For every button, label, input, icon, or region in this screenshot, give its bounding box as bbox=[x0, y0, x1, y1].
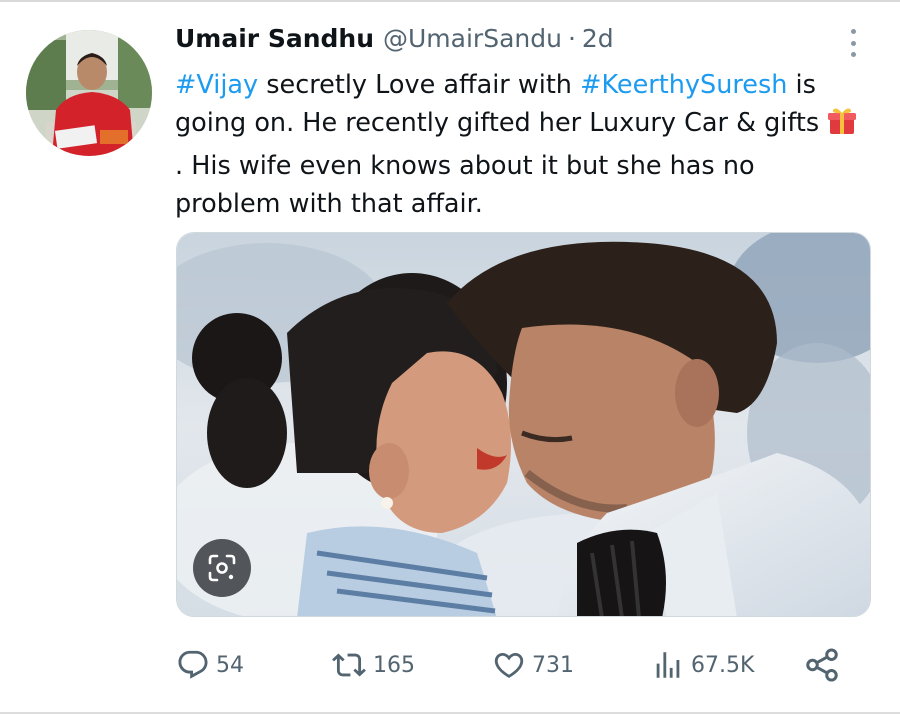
tweet-text-segment: secretly Love affair with bbox=[258, 70, 581, 100]
tweet-text: #Vijay secretly Love affair with #Keerth… bbox=[175, 66, 865, 223]
photo bbox=[177, 233, 870, 616]
more-vertical-icon-dot bbox=[850, 52, 856, 57]
hashtag-link[interactable]: #Vijay bbox=[175, 70, 258, 100]
reply-button[interactable]: 54 bbox=[176, 640, 244, 690]
bottom-divider bbox=[0, 712, 900, 714]
retweet-count: 165 bbox=[373, 652, 415, 678]
google-lens-button[interactable] bbox=[193, 539, 251, 597]
share-icon bbox=[806, 648, 838, 682]
views-button[interactable]: 67.5K bbox=[651, 640, 754, 690]
like-button[interactable]: 731 bbox=[492, 640, 574, 690]
tweet-header: Umair Sandhu @UmairSandu · 2d bbox=[175, 24, 614, 64]
share-button[interactable] bbox=[803, 640, 847, 690]
views-icon bbox=[656, 652, 680, 678]
heart-icon bbox=[494, 652, 524, 678]
user-handle[interactable]: @UmairSandu bbox=[383, 24, 562, 53]
separator-dot: · bbox=[567, 24, 576, 53]
more-vertical-icon bbox=[850, 29, 856, 34]
tweet-card[interactable]: Umair Sandhu @UmairSandu · 2d #Vijay sec… bbox=[0, 0, 900, 720]
display-name[interactable]: Umair Sandhu bbox=[175, 24, 374, 53]
tweet-media-image[interactable] bbox=[176, 232, 871, 617]
more-vertical-icon-dot bbox=[850, 40, 856, 46]
google-lens-icon bbox=[208, 554, 236, 582]
action-bar: 54 165 731 67.5K bbox=[176, 640, 871, 690]
hashtag-link[interactable]: #KeerthySuresh bbox=[580, 70, 787, 100]
reply-count: 54 bbox=[216, 652, 244, 678]
avatar[interactable] bbox=[26, 30, 152, 156]
gift-icon bbox=[827, 106, 857, 147]
top-divider bbox=[0, 0, 900, 2]
reply-icon bbox=[178, 650, 208, 679]
retweet-icon bbox=[332, 653, 366, 677]
views-count: 67.5K bbox=[691, 652, 755, 678]
more-options-button[interactable] bbox=[838, 26, 868, 60]
retweet-button[interactable]: 165 bbox=[331, 640, 415, 690]
timestamp[interactable]: 2d bbox=[582, 24, 614, 53]
tweet-text-segment: . His wife even knows about it but she h… bbox=[175, 151, 755, 219]
like-count: 731 bbox=[532, 652, 574, 678]
avatar-image bbox=[26, 30, 152, 156]
